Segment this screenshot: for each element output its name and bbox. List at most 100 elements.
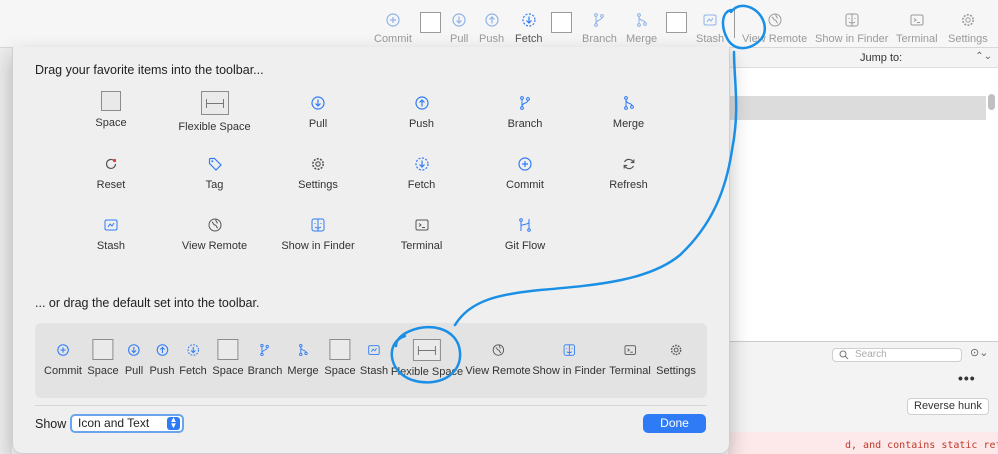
palette-item-label: Refresh xyxy=(609,179,648,191)
space-placeholder xyxy=(101,91,121,111)
default-item-push: Push xyxy=(149,339,175,377)
palette-item-label: View Remote xyxy=(181,240,248,252)
stash-icon xyxy=(103,217,119,233)
palette-item-settings[interactable]: Settings xyxy=(266,152,370,191)
done-button[interactable]: Done xyxy=(643,414,706,433)
stash-icon xyxy=(367,343,381,357)
push-icon xyxy=(484,12,500,28)
palette-item-space[interactable]: Space xyxy=(59,91,163,129)
default-item-terminal: Terminal xyxy=(609,339,651,377)
toolbar-view-remote-button[interactable]: View Remote xyxy=(742,0,807,48)
ellipsis-menu-icon[interactable]: ••• xyxy=(958,370,976,386)
default-item-branch: Branch xyxy=(247,339,283,377)
default-item-label: Terminal xyxy=(609,365,651,377)
default-item-label: Merge xyxy=(287,365,319,377)
commit-icon xyxy=(385,12,401,28)
toolbar-push-button[interactable]: Push xyxy=(479,0,504,48)
pull-icon xyxy=(127,343,141,357)
palette-item-merge[interactable]: Merge xyxy=(577,91,681,130)
toolbar-merge-label: Merge xyxy=(626,33,658,45)
toolbar-pull-button[interactable]: Pull xyxy=(450,0,468,48)
palette-item-git-flow[interactable]: Git Flow xyxy=(473,213,577,252)
search-input[interactable]: Search xyxy=(832,348,962,362)
diff-code-line: d, and contains static references to 8 f… xyxy=(728,432,998,454)
default-item-label: Commit xyxy=(44,365,82,377)
default-toolbar-set[interactable]: Commit Space Pull Push Fetch Space Branch Merge… xyxy=(35,323,707,398)
palette-item-label: Git Flow xyxy=(504,240,546,252)
palette-item-terminal[interactable]: Terminal xyxy=(370,213,474,252)
palette-item-fetch[interactable]: Fetch xyxy=(370,152,474,191)
default-item-label: Settings xyxy=(656,365,696,377)
palette-item-pull[interactable]: Pull xyxy=(266,91,370,130)
fetch-icon xyxy=(521,12,537,28)
toolbar-divider xyxy=(734,10,735,38)
palette-item-reset[interactable]: Reset xyxy=(59,152,163,191)
push-icon xyxy=(155,343,169,357)
default-item-label: Pull xyxy=(124,365,144,377)
show-mode-value: Icon and Text xyxy=(78,416,150,430)
finder-icon xyxy=(562,343,576,357)
toolbar-settings-label: Settings xyxy=(948,33,988,45)
toolbar-stash-button[interactable]: Stash xyxy=(696,0,724,48)
refresh-icon xyxy=(621,156,637,172)
palette-item-label: Push xyxy=(408,118,435,130)
terminal-icon xyxy=(414,217,430,233)
palette-item-label: Commit xyxy=(506,179,544,191)
search-icon xyxy=(839,350,849,360)
jump-to-bar[interactable]: Jump to: ⌃⌄ xyxy=(728,48,998,68)
branch-icon xyxy=(517,95,533,111)
palette-item-show-in-finder[interactable]: Show in Finder xyxy=(266,213,370,252)
space-placeholder xyxy=(329,339,351,360)
default-item-stash: Stash xyxy=(360,339,388,377)
toolbar-fetch-label: Fetch xyxy=(515,33,543,45)
default-item-label: Space xyxy=(324,365,356,377)
finder-icon xyxy=(310,217,326,233)
default-item-label: Branch xyxy=(247,365,283,377)
toolbar-merge-button[interactable]: Merge xyxy=(626,0,657,48)
toolbar-show-in-finder-button[interactable]: Show in Finder xyxy=(815,0,888,48)
pull-icon xyxy=(451,12,467,28)
palette-item-label: Space xyxy=(95,117,127,129)
chevron-updown-icon: ⌃⌄ xyxy=(975,51,992,62)
space-placeholder xyxy=(217,339,239,360)
toolbar-commit-button[interactable]: Commit xyxy=(374,0,412,48)
commit-icon xyxy=(56,343,70,357)
more-options-icon[interactable]: ⊙⌄ xyxy=(970,346,988,359)
branch-icon xyxy=(591,12,607,28)
palette-item-stash[interactable]: Stash xyxy=(59,213,163,252)
chevron-updown-icon: ▲ ▼ xyxy=(167,416,180,430)
toolbar-fetch-button[interactable]: Fetch xyxy=(515,0,543,48)
palette-item-view-remote[interactable]: View Remote xyxy=(163,213,267,252)
default-item-label: Push xyxy=(149,365,175,377)
pull-icon xyxy=(310,95,326,111)
palette-item-push[interactable]: Push xyxy=(370,91,474,130)
toolbar-terminal-button[interactable]: Terminal xyxy=(896,0,938,48)
app-toolbar: Commit Pull Push Fetch Branch Merge Stas… xyxy=(0,0,998,48)
palette-item-commit[interactable]: Commit xyxy=(473,152,577,191)
flexible-space-placeholder xyxy=(200,91,229,115)
selected-file-row[interactable] xyxy=(728,96,986,120)
palette-item-label: Settings xyxy=(298,179,338,191)
divider xyxy=(35,405,707,406)
toolbar-branch-button[interactable]: Branch xyxy=(582,0,617,48)
merge-icon xyxy=(296,343,310,357)
gear-icon xyxy=(669,343,683,357)
palette-item-branch[interactable]: Branch xyxy=(473,91,577,130)
toolbar-settings-button[interactable]: Settings xyxy=(948,0,988,48)
default-item-label: Flexible Space xyxy=(390,366,464,378)
toolbar-stash-label: Stash xyxy=(696,33,725,45)
palette-item-tag[interactable]: Tag xyxy=(163,152,267,191)
finder-icon xyxy=(844,12,860,28)
scrollbar[interactable] xyxy=(988,94,995,110)
show-mode-select[interactable]: Icon and Text ▲ ▼ xyxy=(70,414,184,433)
palette-item-flexible-space[interactable]: Flexible Space xyxy=(163,91,267,133)
reverse-hunk-button[interactable]: Reverse hunk xyxy=(907,398,989,415)
stash-icon xyxy=(702,12,718,28)
commit-icon xyxy=(517,156,533,172)
palette-item-label: Branch xyxy=(507,118,543,130)
default-item-flexible-space: Flexible Space xyxy=(391,339,463,378)
merge-icon xyxy=(634,12,650,28)
toolbar-pull-label: Pull xyxy=(450,33,469,45)
palette-item-refresh[interactable]: Refresh xyxy=(577,152,681,191)
diff-code-text: d, and contains static references to 8 f… xyxy=(845,440,998,451)
